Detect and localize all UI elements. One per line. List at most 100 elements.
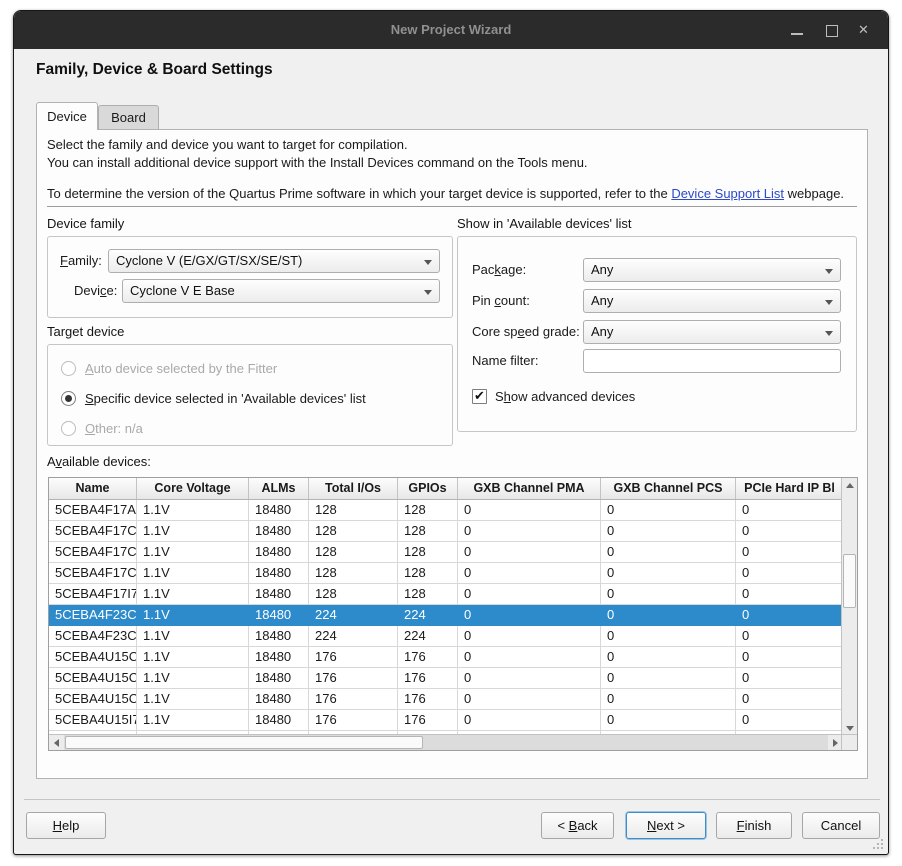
table-cell[interactable]: 176 (309, 689, 398, 710)
table-cell[interactable]: 1.1V (137, 605, 249, 626)
pin-count-dropdown[interactable]: Any (583, 289, 841, 313)
table-cell[interactable]: 1.1V (137, 584, 249, 605)
table-cell[interactable]: 176 (309, 647, 398, 668)
help-button[interactable]: Help (26, 812, 106, 839)
finish-button[interactable]: Finish (716, 812, 792, 839)
table-cell[interactable]: 0 (736, 542, 843, 563)
table-cell[interactable]: 5CEBA4F23C7 (49, 605, 137, 626)
table-cell[interactable]: 0 (601, 500, 736, 521)
scroll-left-icon[interactable] (49, 735, 64, 750)
table-cell[interactable]: 0 (601, 605, 736, 626)
next-button[interactable]: Next > (626, 812, 706, 839)
table-cell[interactable]: 5CEBA4U15C6 (49, 647, 137, 668)
table-cell[interactable]: 128 (309, 584, 398, 605)
table-cell[interactable]: 128 (398, 521, 458, 542)
table-row[interactable]: 5CEBA4U15I71.1V18480176176000 (49, 710, 843, 731)
table-cell[interactable]: 0 (736, 605, 843, 626)
table-row[interactable]: 5CEBA4F23C81.1V18480224224000 (49, 626, 843, 647)
table-cell[interactable]: 18480 (249, 542, 309, 563)
table-cell[interactable]: 128 (398, 542, 458, 563)
table-cell[interactable]: 18480 (249, 563, 309, 584)
column-header[interactable]: PCIe Hard IP Bl (736, 478, 843, 499)
table-cell[interactable]: 5CEBA4U15C8 (49, 689, 137, 710)
radio-button-icon[interactable] (61, 391, 76, 406)
table-cell[interactable]: 5CEBA4F17C7 (49, 542, 137, 563)
table-cell[interactable]: 176 (309, 710, 398, 731)
table-cell[interactable]: 176 (398, 647, 458, 668)
table-cell[interactable]: 128 (398, 563, 458, 584)
table-cell[interactable]: 18480 (249, 584, 309, 605)
table-cell[interactable]: 5CEBA4U15C7 (49, 668, 137, 689)
column-header[interactable]: Total I/Os (309, 478, 398, 499)
scroll-up-icon[interactable] (842, 478, 857, 493)
table-cell[interactable]: 5CEBA4U15I7 (49, 710, 137, 731)
table-cell[interactable]: 0 (458, 710, 601, 731)
table-cell[interactable]: 0 (601, 521, 736, 542)
table-cell[interactable]: 0 (736, 521, 843, 542)
table-cell[interactable]: 0 (601, 668, 736, 689)
tab-device[interactable]: Device (36, 102, 98, 130)
table-cell[interactable]: 1.1V (137, 521, 249, 542)
table-cell[interactable]: 224 (398, 626, 458, 647)
table-row[interactable]: 5CEBA4U15C71.1V18480176176000 (49, 668, 843, 689)
close-icon[interactable] (850, 11, 880, 49)
table-cell[interactable]: 5CEBA4F17C6 (49, 521, 137, 542)
table-cell[interactable]: 0 (601, 584, 736, 605)
table-cell[interactable]: 0 (458, 500, 601, 521)
vertical-scrollbar[interactable] (841, 478, 857, 736)
table-cell[interactable]: 128 (398, 584, 458, 605)
table-cell[interactable]: 224 (309, 605, 398, 626)
table-cell[interactable]: 1.1V (137, 647, 249, 668)
table-cell[interactable]: 128 (309, 542, 398, 563)
table-cell[interactable]: 0 (458, 647, 601, 668)
horizontal-scrollbar-thumb[interactable] (65, 736, 423, 749)
column-header[interactable]: GPIOs (398, 478, 458, 499)
device-dropdown[interactable]: Cyclone V E Base (122, 279, 440, 303)
tab-board[interactable]: Board (98, 105, 159, 130)
title-bar[interactable]: New Project Wizard (14, 11, 888, 49)
table-row[interactable]: 5CEBA4U15C61.1V18480176176000 (49, 647, 843, 668)
table-cell[interactable]: 0 (736, 647, 843, 668)
table-cell[interactable]: 18480 (249, 605, 309, 626)
table-cell[interactable]: 128 (309, 500, 398, 521)
column-header[interactable]: GXB Channel PCS (601, 478, 736, 499)
table-row[interactable]: 5CEBA4F17C61.1V18480128128000 (49, 521, 843, 542)
table-cell[interactable]: 18480 (249, 689, 309, 710)
table-cell[interactable]: 0 (736, 689, 843, 710)
table-cell[interactable]: 18480 (249, 710, 309, 731)
table-row[interactable]: 5CEBA4F17I71.1V18480128128000 (49, 584, 843, 605)
table-cell[interactable]: 0 (736, 668, 843, 689)
core-speed-grade-dropdown[interactable]: Any (583, 320, 841, 344)
table-cell[interactable]: 0 (458, 605, 601, 626)
name-filter-input[interactable] (583, 349, 841, 373)
table-cell[interactable]: 0 (458, 668, 601, 689)
package-dropdown[interactable]: Any (583, 258, 841, 282)
back-button[interactable]: < Back (541, 812, 614, 839)
table-cell[interactable]: 1.1V (137, 563, 249, 584)
table-cell[interactable]: 1.1V (137, 710, 249, 731)
table-cell[interactable]: 5CEBA4F17A7 (49, 500, 137, 521)
show-advanced-devices-checkbox[interactable] (472, 389, 487, 404)
table-cell[interactable]: 5CEBA4F17C8 (49, 563, 137, 584)
table-cell[interactable]: 176 (398, 689, 458, 710)
table-cell[interactable]: 0 (458, 542, 601, 563)
table-row[interactable]: 5CEBA4F23C71.1V18480224224000 (49, 605, 843, 626)
table-cell[interactable]: 0 (736, 500, 843, 521)
table-row[interactable]: 5CEBA4F17C81.1V18480128128000 (49, 563, 843, 584)
table-cell[interactable]: 1.1V (137, 668, 249, 689)
table-cell[interactable]: 176 (309, 668, 398, 689)
table-row[interactable]: 5CEBA4F17A71.1V18480128128000 (49, 500, 843, 521)
table-cell[interactable]: 18480 (249, 521, 309, 542)
table-cell[interactable]: 0 (601, 626, 736, 647)
table-cell[interactable]: 128 (398, 500, 458, 521)
table-cell[interactable]: 0 (601, 647, 736, 668)
table-row[interactable]: 5CEBA4U15C81.1V18480176176000 (49, 689, 843, 710)
table-cell[interactable]: 0 (601, 542, 736, 563)
table-cell[interactable]: 224 (309, 626, 398, 647)
table-cell[interactable]: 0 (458, 584, 601, 605)
column-header[interactable]: Name (49, 478, 137, 499)
table-cell[interactable]: 1.1V (137, 542, 249, 563)
table-cell[interactable]: 0 (458, 521, 601, 542)
table-cell[interactable]: 128 (309, 563, 398, 584)
device-support-list-link[interactable]: Device Support List (671, 186, 784, 201)
